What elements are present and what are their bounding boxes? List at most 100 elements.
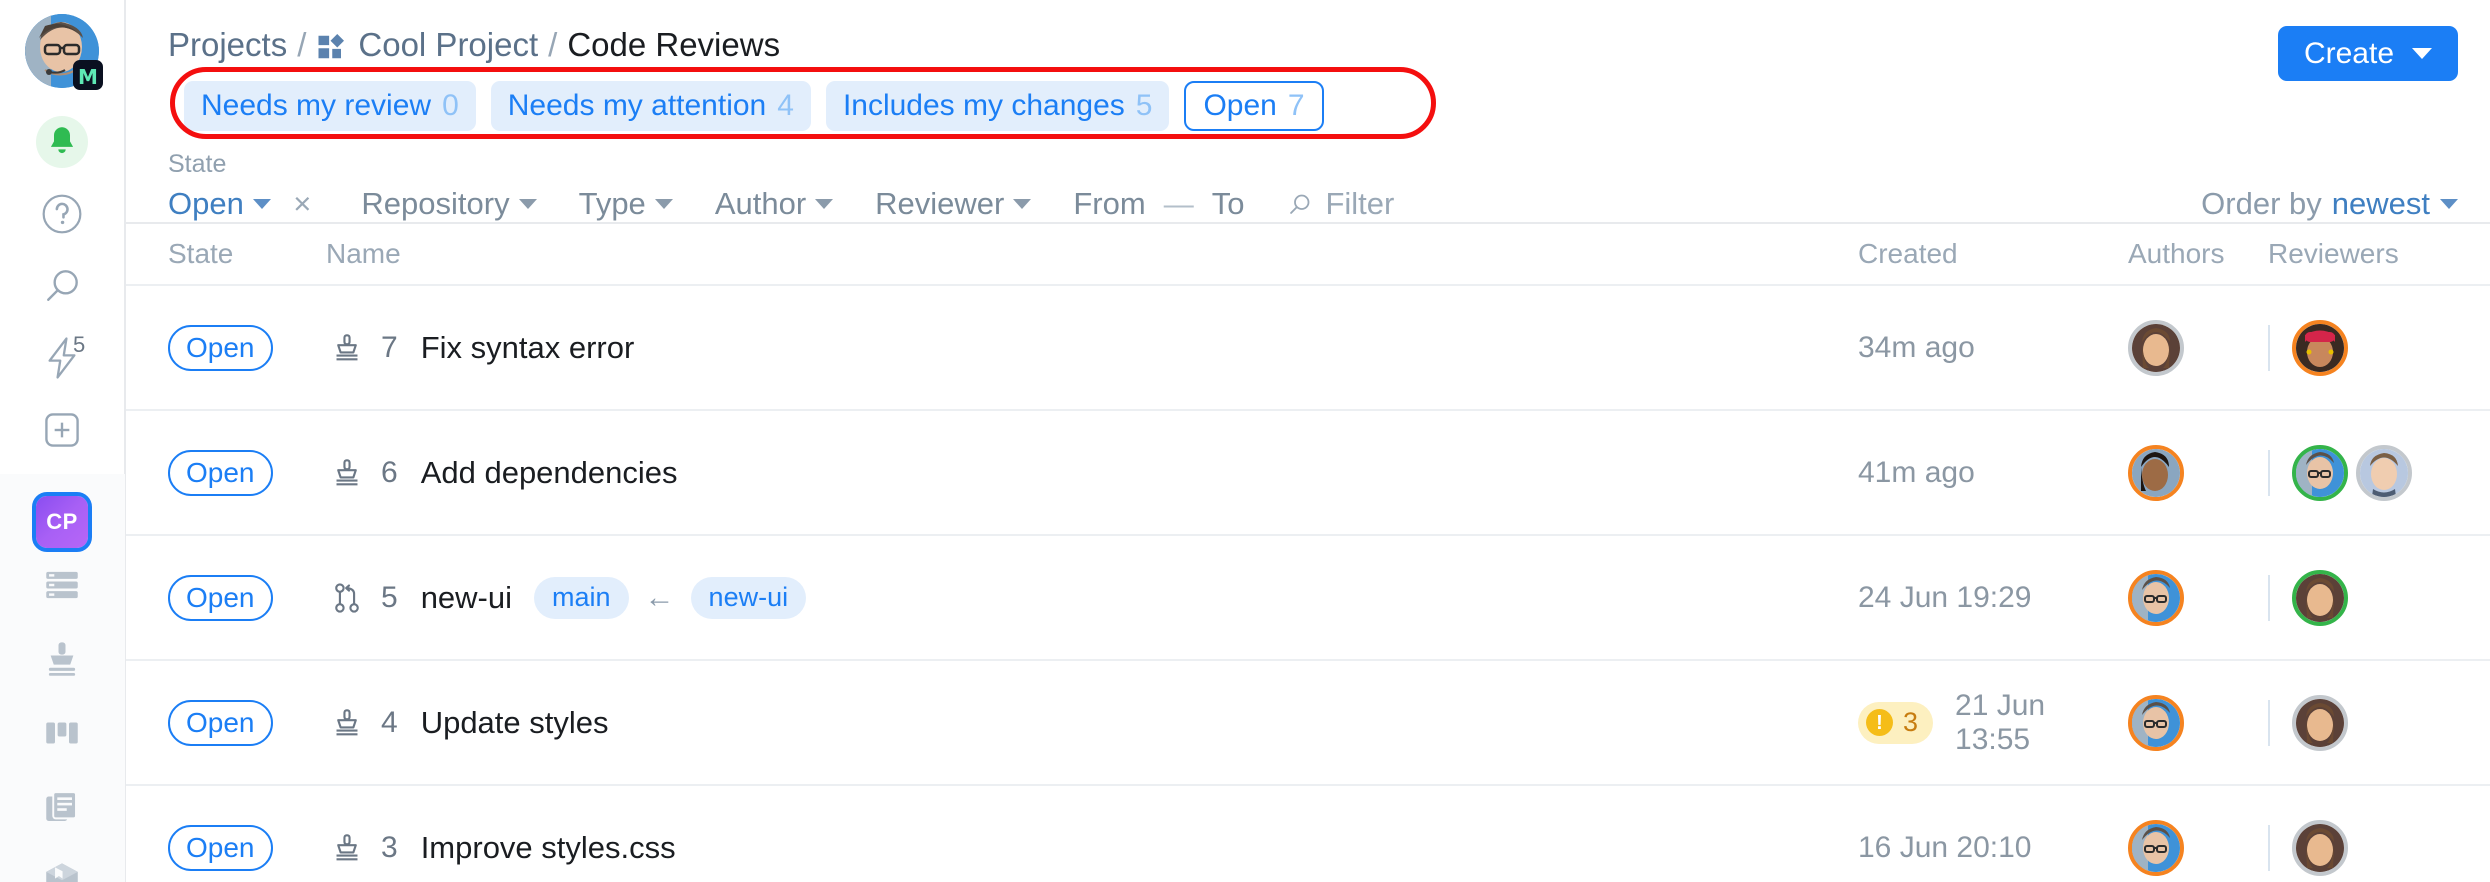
chip-label: Open xyxy=(1203,89,1277,122)
avatar[interactable] xyxy=(2128,444,2184,501)
reviewers-divider xyxy=(2268,449,2270,496)
branch-tags: main ← new-ui xyxy=(534,576,807,619)
sidebar-item-code-reviews[interactable] xyxy=(0,622,125,696)
sidebar-item-activity[interactable]: 5 xyxy=(0,322,125,394)
sidebar-item-boards[interactable] xyxy=(0,696,125,770)
sidebar-item-search[interactable] xyxy=(0,250,125,322)
table-row[interactable]: Open 4 Update styles ! 3 21 Jun 13:55 xyxy=(126,659,2490,784)
status-badge: Open xyxy=(168,824,273,871)
filter-search-input[interactable]: Filter xyxy=(1286,186,1394,222)
reviewers-divider xyxy=(2268,574,2270,621)
avatar[interactable] xyxy=(2292,569,2348,626)
breadcrumb-separator: / xyxy=(297,26,307,63)
avatar[interactable] xyxy=(2128,319,2184,376)
chip-count: 5 xyxy=(1135,89,1153,122)
row-title: Add dependencies xyxy=(420,454,678,490)
sidebar-item-documents[interactable] xyxy=(0,770,125,844)
filter-state-clear-icon[interactable]: × xyxy=(293,186,311,221)
avatar[interactable] xyxy=(2128,569,2184,626)
chevron-down-icon xyxy=(252,199,271,209)
status-badge: Open xyxy=(168,574,273,621)
sidebar-item-packages[interactable] xyxy=(0,844,125,882)
filter-state[interactable]: Open xyxy=(168,186,271,222)
row-name-cell: 7 Fix syntax error xyxy=(326,330,1858,366)
create-button[interactable]: Create xyxy=(2277,26,2458,81)
column-header-authors: Authors xyxy=(2128,238,2225,269)
chip-needs-my-attention[interactable]: Needs my attention 4 xyxy=(490,81,811,131)
table-row[interactable]: Open 7 Fix syntax error 34m ago xyxy=(126,284,2490,409)
order-by-control[interactable]: Order by newest xyxy=(2201,186,2458,222)
avatar[interactable] xyxy=(2356,444,2412,501)
table-row[interactable]: Open 5 new-ui main ← new-ui 24 Jun 19:29 xyxy=(126,534,2490,659)
reviewers-divider xyxy=(2268,324,2270,371)
row-title: Update styles xyxy=(420,704,609,740)
chip-label: Includes my changes xyxy=(842,89,1125,122)
status-badge[interactable]: ! 3 xyxy=(1858,701,1934,744)
order-by-label: Order by xyxy=(2201,186,2322,221)
filter-state-caption: State xyxy=(168,150,227,178)
chip-needs-my-review[interactable]: Needs my review 0 xyxy=(184,81,476,131)
avatar[interactable] xyxy=(2292,319,2348,376)
stamp-icon xyxy=(326,331,368,365)
filter-date-from[interactable]: From xyxy=(1073,186,1145,222)
page-title: Code Reviews xyxy=(567,26,781,63)
row-created-cell: 34m ago xyxy=(1858,331,2128,365)
column-header-name: Name xyxy=(326,238,401,269)
status-badge: Open xyxy=(168,449,273,496)
filter-type-label: Type xyxy=(578,186,646,221)
filter-repository[interactable]: Repository xyxy=(361,186,537,222)
row-authors-cell xyxy=(2128,694,2268,751)
table-row[interactable]: Open 3 Improve styles.css 16 Jun 20:10 xyxy=(126,784,2490,882)
table-row[interactable]: Open 6 Add dependencies 41m ago xyxy=(126,409,2490,534)
row-created: 41m ago xyxy=(1858,455,1975,489)
sidebar-item-issues[interactable] xyxy=(0,548,125,622)
sidebar-item-help[interactable] xyxy=(0,178,125,250)
warning-count: 3 xyxy=(1903,707,1919,737)
stamp-icon xyxy=(326,706,368,740)
row-created-cell: 16 Jun 20:10 xyxy=(1858,831,2128,865)
chip-includes-my-changes[interactable]: Includes my changes 5 xyxy=(825,81,1170,131)
row-title: new-ui xyxy=(420,579,513,615)
target-branch-tag[interactable]: main xyxy=(534,576,629,619)
row-created: 21 Jun 13:55 xyxy=(1955,688,2046,756)
left-sidebar: M 5 CP xyxy=(0,0,126,882)
sidebar-item-add[interactable] xyxy=(0,394,125,466)
avatar[interactable] xyxy=(2292,819,2348,876)
avatar[interactable] xyxy=(2292,694,2348,751)
row-created: 24 Jun 19:29 xyxy=(1858,580,2032,614)
avatar[interactable] xyxy=(2128,819,2184,876)
row-reviewers-cell xyxy=(2268,694,2458,751)
breadcrumb-projects[interactable]: Projects xyxy=(168,26,287,64)
breadcrumb-project[interactable]: Cool Project xyxy=(358,26,538,64)
sidebar-project-tile[interactable]: CP xyxy=(32,492,92,552)
merge-request-icon xyxy=(326,581,368,615)
row-number: 5 xyxy=(381,580,398,614)
sidebar-item-notifications[interactable] xyxy=(0,106,125,178)
chip-open[interactable]: Open 7 xyxy=(1184,81,1324,131)
row-created: 34m ago xyxy=(1858,330,1975,364)
filter-bar: State Open × Repository Type Author Revi… xyxy=(126,140,2490,222)
filter-reviewer-label: Reviewer xyxy=(875,186,1005,221)
row-title: Improve styles.css xyxy=(420,829,676,865)
avatar[interactable] xyxy=(2128,694,2184,751)
chevron-down-icon xyxy=(654,199,673,209)
row-authors-cell xyxy=(2128,444,2268,501)
user-avatar[interactable]: M xyxy=(25,14,103,90)
chip-label: Needs my attention xyxy=(507,89,767,122)
source-branch-tag[interactable]: new-ui xyxy=(690,576,807,619)
chevron-down-icon xyxy=(2440,199,2458,209)
filter-state-group: State Open × xyxy=(168,150,311,222)
chip-count: 4 xyxy=(777,89,794,122)
filter-date-to[interactable]: To xyxy=(1212,186,1245,222)
code-reviews-table: State Name Created Authors Reviewers Ope… xyxy=(126,222,2490,882)
filter-reviewer[interactable]: Reviewer xyxy=(875,186,1032,222)
filter-type[interactable]: Type xyxy=(579,186,673,222)
row-authors-cell xyxy=(2128,819,2268,876)
project-squares-icon xyxy=(316,32,346,62)
row-number: 4 xyxy=(381,705,398,739)
row-reviewers-cell xyxy=(2268,819,2458,876)
activity-count: 5 xyxy=(73,332,86,357)
filter-date-dash: — xyxy=(1163,188,1194,221)
filter-author[interactable]: Author xyxy=(715,186,834,222)
avatar[interactable] xyxy=(2292,444,2348,501)
